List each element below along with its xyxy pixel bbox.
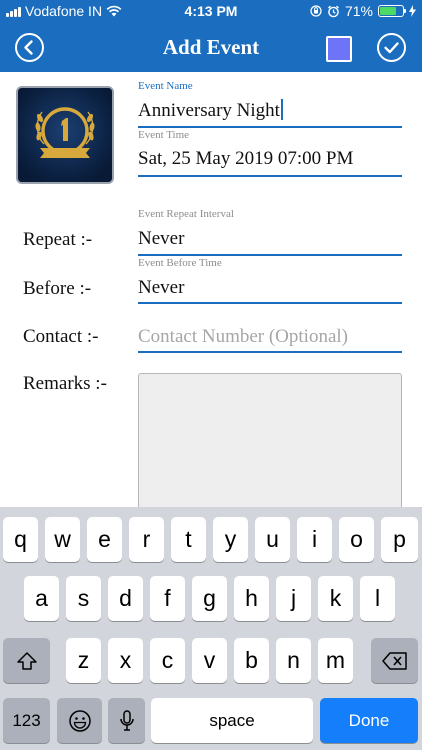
event-image-button[interactable] xyxy=(16,86,114,184)
key-z[interactable]: z xyxy=(66,638,101,683)
emoji-icon xyxy=(68,709,91,732)
contact-row-label: Contact :- xyxy=(23,326,99,347)
remarks-textarea[interactable] xyxy=(138,373,402,513)
contact-underline xyxy=(138,351,402,353)
key-d[interactable]: d xyxy=(108,576,143,621)
microphone-icon xyxy=(119,709,134,731)
event-name-underline xyxy=(138,126,402,128)
key-s[interactable]: s xyxy=(66,576,101,621)
key-q[interactable]: q xyxy=(3,517,38,562)
repeat-row-label: Repeat :- xyxy=(23,229,93,250)
space-key[interactable]: space xyxy=(151,698,313,743)
before-field[interactable]: Never xyxy=(138,277,184,299)
repeat-interval-label: Event Repeat Interval xyxy=(138,208,234,220)
key-x[interactable]: x xyxy=(108,638,143,683)
text-cursor xyxy=(280,99,283,120)
shift-arrow-icon xyxy=(16,651,37,670)
key-b[interactable]: b xyxy=(234,638,269,683)
charging-bolt-icon xyxy=(409,5,416,17)
key-n[interactable]: n xyxy=(276,638,311,683)
event-time-underline xyxy=(138,175,402,177)
shift-key[interactable] xyxy=(3,638,50,683)
page-title: Add Event xyxy=(162,35,260,59)
key-v[interactable]: v xyxy=(192,638,227,683)
battery-icon xyxy=(378,5,406,17)
key-t[interactable]: t xyxy=(171,517,206,562)
key-w[interactable]: w xyxy=(45,517,80,562)
key-i[interactable]: i xyxy=(297,517,332,562)
key-r[interactable]: r xyxy=(129,517,164,562)
numbers-key[interactable]: 123 xyxy=(3,698,50,743)
status-bar: Vodafone IN 4:13 PM 71% xyxy=(0,0,422,22)
key-e[interactable]: e xyxy=(87,517,122,562)
key-g[interactable]: g xyxy=(192,576,227,621)
done-key[interactable]: Done xyxy=(320,698,418,743)
before-time-label: Event Before Time xyxy=(138,257,222,269)
save-button[interactable] xyxy=(377,33,406,62)
alarm-icon xyxy=(328,5,339,17)
key-p[interactable]: p xyxy=(381,517,418,562)
event-name-input[interactable]: Anniversary Night xyxy=(138,99,283,122)
key-h[interactable]: h xyxy=(234,576,269,621)
key-o[interactable]: o xyxy=(339,517,374,562)
keyboard: q w e r t y u i o p a s d f g h j k l z … xyxy=(0,507,422,750)
event-name-label: Event Name xyxy=(138,80,193,92)
event-time-field[interactable]: Sat, 25 May 2019 07:00 PM xyxy=(138,148,353,170)
emoji-key[interactable] xyxy=(57,698,102,743)
key-k[interactable]: k xyxy=(318,576,353,621)
backspace-icon xyxy=(381,651,407,670)
event-time-label: Event Time xyxy=(138,129,190,141)
repeat-underline xyxy=(138,254,402,256)
key-u[interactable]: u xyxy=(255,517,290,562)
before-underline xyxy=(138,302,402,304)
orientation-lock-icon xyxy=(310,5,322,17)
header: Vodafone IN 4:13 PM 71% Add Event xyxy=(0,0,422,72)
contact-number-input[interactable]: Contact Number (Optional) xyxy=(138,326,348,348)
status-right: 71% xyxy=(310,3,416,19)
battery-percent: 71% xyxy=(344,3,373,19)
key-j[interactable]: j xyxy=(276,576,311,621)
checkmark-icon xyxy=(384,42,399,54)
key-m[interactable]: m xyxy=(318,638,353,683)
key-f[interactable]: f xyxy=(150,576,185,621)
key-c[interactable]: c xyxy=(150,638,185,683)
dictation-key[interactable] xyxy=(108,698,145,743)
remarks-row-label: Remarks :- xyxy=(23,373,107,394)
key-a[interactable]: a xyxy=(24,576,59,621)
anniversary-badge-icon xyxy=(18,88,112,182)
event-name-value: Anniversary Night xyxy=(138,100,280,121)
key-y[interactable]: y xyxy=(213,517,248,562)
nav-bar: Add Event xyxy=(0,22,422,72)
repeat-field[interactable]: Never xyxy=(138,228,184,250)
key-l[interactable]: l xyxy=(360,576,395,621)
before-row-label: Before :- xyxy=(23,278,92,299)
delete-key[interactable] xyxy=(371,638,418,683)
event-color-button[interactable] xyxy=(326,36,352,62)
